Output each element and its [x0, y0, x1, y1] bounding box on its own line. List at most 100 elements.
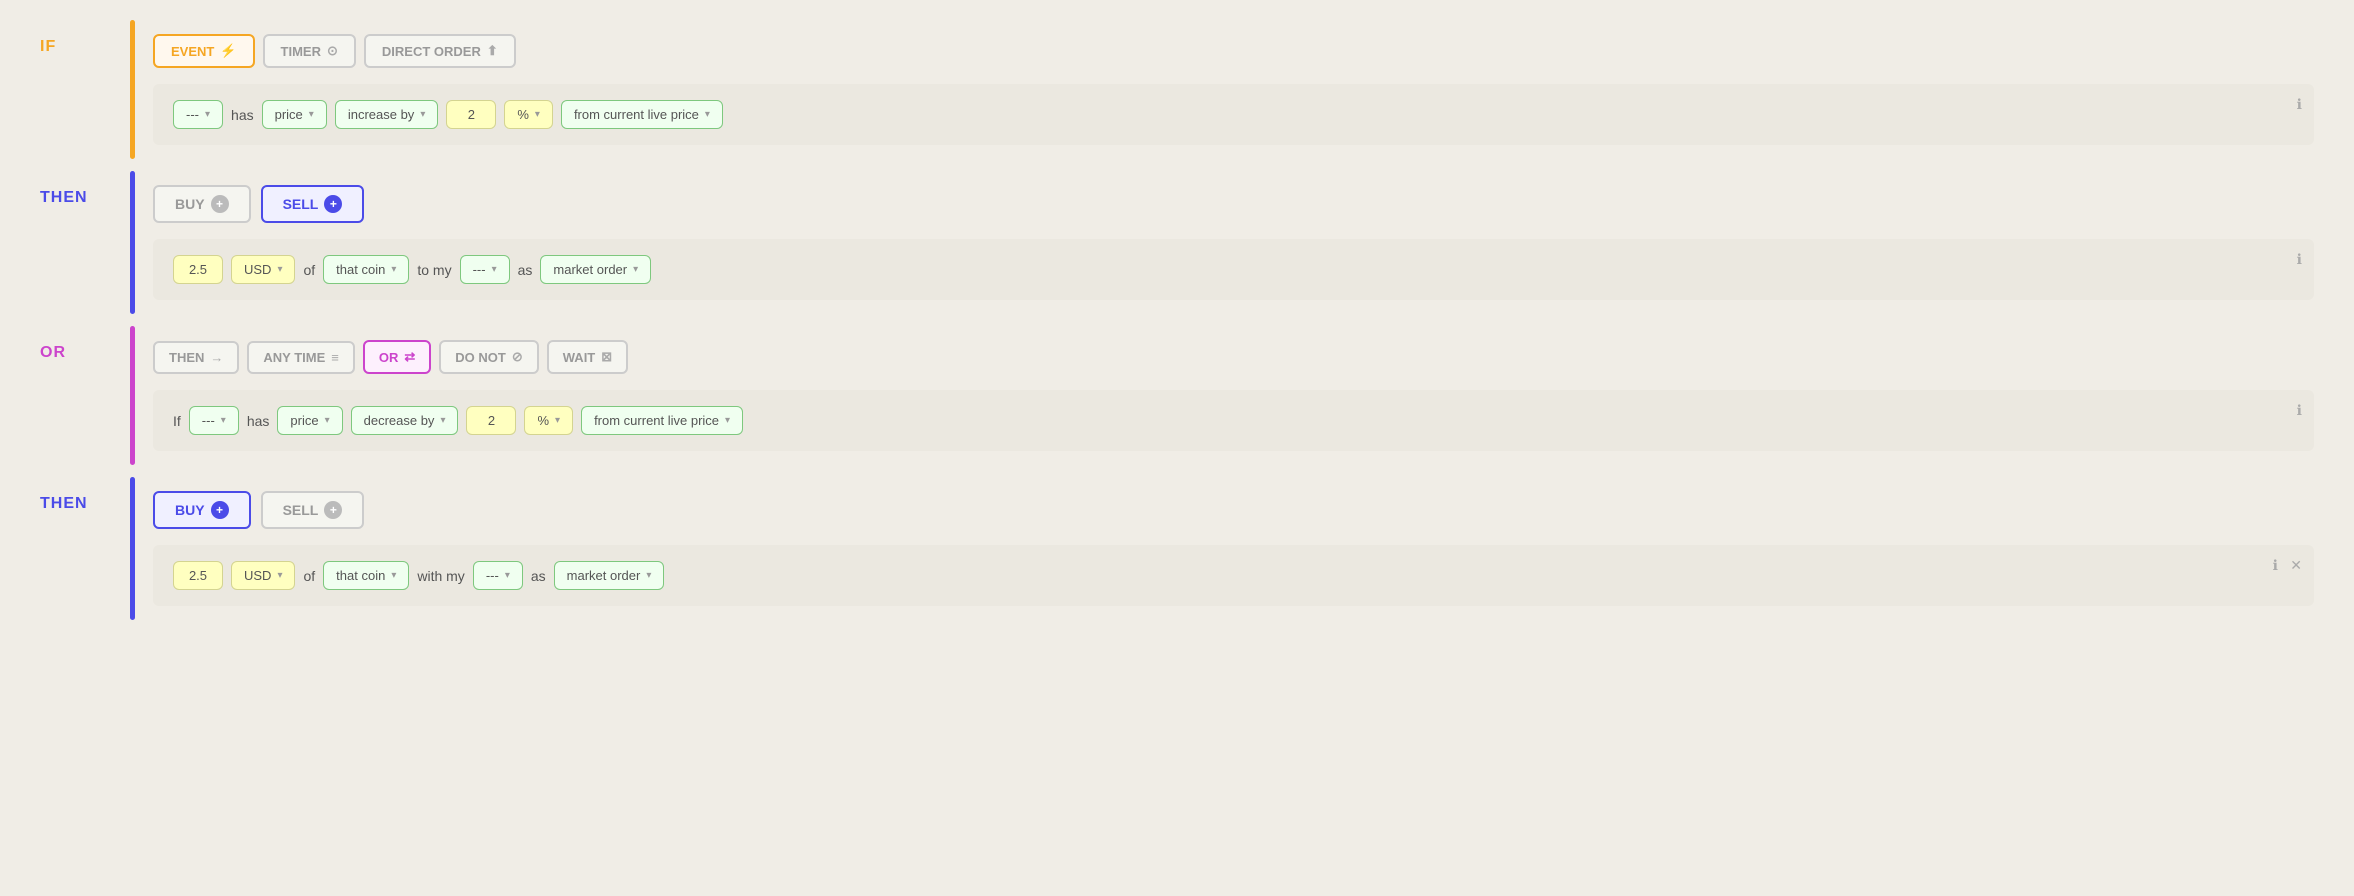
amount-input-2[interactable]: [466, 406, 516, 435]
person-icon: ⬆: [487, 43, 498, 59]
chevron-down-icon: ▾: [633, 264, 638, 275]
if-section: IF EVENT ⚡ TIMER ⊙ DIRECT ORDER ⬆: [40, 20, 2314, 159]
of-text-1: of: [303, 262, 315, 278]
sell-button-2[interactable]: SELL +: [261, 491, 365, 529]
or-label-col: OR: [40, 326, 130, 465]
do-not-tab[interactable]: DO NOT ⊘: [439, 340, 538, 374]
wait-label: WAIT: [563, 350, 596, 365]
or-tab[interactable]: OR ⇄: [363, 340, 431, 374]
lines-icon: ≡: [331, 350, 339, 365]
direct-order-tab-label: DIRECT ORDER: [382, 44, 481, 59]
sell-label-2: SELL: [283, 502, 319, 518]
buy-button-2[interactable]: BUY +: [153, 491, 251, 529]
then-content-2: BUY + SELL + USD ▾ of that coin ▾: [153, 477, 2314, 620]
chevron-down-icon: ▾: [705, 109, 710, 120]
coin-dropdown-then-1[interactable]: that coin ▾: [323, 255, 409, 284]
with-my-text-2: with my: [417, 568, 464, 584]
buy-circle-icon-2: +: [211, 501, 229, 519]
info-icon-then-2[interactable]: ℹ: [2273, 557, 2278, 574]
chevron-down-icon: ▾: [555, 415, 560, 426]
from-dropdown-1[interactable]: from current live price ▾: [561, 100, 723, 129]
buy-sell-row-2: BUY + SELL +: [153, 491, 2314, 529]
wait-icon: ⊠: [601, 349, 612, 365]
chevron-down-icon: ▾: [325, 415, 330, 426]
direct-order-tab[interactable]: DIRECT ORDER ⬆: [364, 34, 516, 68]
info-icon-then-1[interactable]: ℹ: [2297, 251, 2302, 268]
info-icon-1[interactable]: ℹ: [2297, 96, 2302, 113]
arrow-right-icon: →: [210, 350, 223, 365]
chevron-down-icon: ▾: [277, 570, 282, 581]
percent-dropdown-2[interactable]: % ▾: [524, 406, 573, 435]
has-text-2: has: [247, 413, 270, 429]
close-icon-then-2[interactable]: ✕: [2290, 557, 2302, 574]
or-section: OR THEN → ANY TIME ≡ OR ⇄ DO NOT: [40, 326, 2314, 465]
currency-dropdown-1[interactable]: USD ▾: [231, 255, 295, 284]
price-dropdown-1[interactable]: price ▾: [262, 100, 327, 129]
currency-dropdown-2[interactable]: USD ▾: [231, 561, 295, 590]
buy-button-1[interactable]: BUY +: [153, 185, 251, 223]
condition-row-2: If --- ▾ has price ▾ decrease by ▾ % ▾: [153, 390, 2314, 451]
sell-button-1[interactable]: SELL +: [261, 185, 365, 223]
or-then-label: THEN: [169, 350, 204, 365]
chevron-down-icon: ▾: [646, 570, 651, 581]
percent-dropdown-1[interactable]: % ▾: [504, 100, 553, 129]
any-time-label: ANY TIME: [263, 350, 325, 365]
amount-input-1[interactable]: [446, 100, 496, 129]
timer-tab[interactable]: TIMER ⊙: [263, 34, 356, 68]
event-tab[interactable]: EVENT ⚡: [153, 34, 255, 68]
coin-dropdown-then-2[interactable]: that coin ▾: [323, 561, 409, 590]
clock-icon: ⊙: [327, 43, 338, 59]
share-icon: ⇄: [404, 349, 415, 365]
or-then-tab[interactable]: THEN →: [153, 341, 239, 374]
buy-label-1: BUY: [175, 196, 205, 212]
event-tab-label: EVENT: [171, 44, 214, 59]
or-label: OR: [40, 344, 66, 362]
to-my-text-1: to my: [417, 262, 451, 278]
buy-sell-row-1: BUY + SELL +: [153, 185, 2314, 223]
or-tabs-row: THEN → ANY TIME ≡ OR ⇄ DO NOT ⊘ WAIT ⊠: [153, 340, 2314, 374]
as-text-2: as: [531, 568, 546, 584]
action-dropdown-1[interactable]: increase by ▾: [335, 100, 439, 129]
order-dropdown-1[interactable]: market order ▾: [540, 255, 651, 284]
then-label-1: THEN: [40, 189, 88, 207]
then-label-col-2: THEN: [40, 477, 130, 620]
wait-tab[interactable]: WAIT ⊠: [547, 340, 628, 374]
then-label-2: THEN: [40, 495, 88, 513]
chevron-down-icon: ▾: [277, 264, 282, 275]
then-amount-input-2[interactable]: [173, 561, 223, 590]
buy-label-2: BUY: [175, 502, 205, 518]
then-condition-row-1: USD ▾ of that coin ▾ to my --- ▾ as mark…: [153, 239, 2314, 300]
if-content: EVENT ⚡ TIMER ⊙ DIRECT ORDER ⬆ --- ▾: [153, 20, 2314, 159]
then-content-1: BUY + SELL + USD ▾ of that coin ▾: [153, 171, 2314, 314]
sell-circle-icon-1: +: [324, 195, 342, 213]
has-text-1: has: [231, 107, 254, 123]
if-tabs-row: EVENT ⚡ TIMER ⊙ DIRECT ORDER ⬆: [153, 34, 2314, 68]
then-section-2: THEN BUY + SELL + USD ▾: [40, 477, 2314, 620]
any-time-tab[interactable]: ANY TIME ≡: [247, 341, 354, 374]
chevron-down-icon: ▾: [221, 415, 226, 426]
chevron-down-icon: ▾: [535, 109, 540, 120]
coin-dropdown-1[interactable]: --- ▾: [173, 100, 223, 129]
order-dropdown-2[interactable]: market order ▾: [554, 561, 665, 590]
or-border-bar: [130, 326, 135, 465]
price-dropdown-2[interactable]: price ▾: [277, 406, 342, 435]
do-not-label: DO NOT: [455, 350, 506, 365]
account-dropdown-2[interactable]: --- ▾: [473, 561, 523, 590]
from-dropdown-2[interactable]: from current live price ▾: [581, 406, 743, 435]
of-text-2: of: [303, 568, 315, 584]
account-dropdown-1[interactable]: --- ▾: [460, 255, 510, 284]
chevron-down-icon: ▾: [205, 109, 210, 120]
or-tab-label: OR: [379, 350, 399, 365]
lightning-icon: ⚡: [220, 43, 236, 59]
sell-label-1: SELL: [283, 196, 319, 212]
info-icon-2[interactable]: ℹ: [2297, 402, 2302, 419]
if-text-2: If: [173, 413, 181, 429]
then-amount-input-1[interactable]: [173, 255, 223, 284]
condition-row-1: --- ▾ has price ▾ increase by ▾ % ▾: [153, 84, 2314, 145]
if-border-bar: [130, 20, 135, 159]
action-dropdown-2[interactable]: decrease by ▾: [351, 406, 459, 435]
chevron-down-icon: ▾: [492, 264, 497, 275]
chevron-down-icon: ▾: [391, 570, 396, 581]
if-label: IF: [40, 38, 56, 56]
coin-dropdown-2[interactable]: --- ▾: [189, 406, 239, 435]
